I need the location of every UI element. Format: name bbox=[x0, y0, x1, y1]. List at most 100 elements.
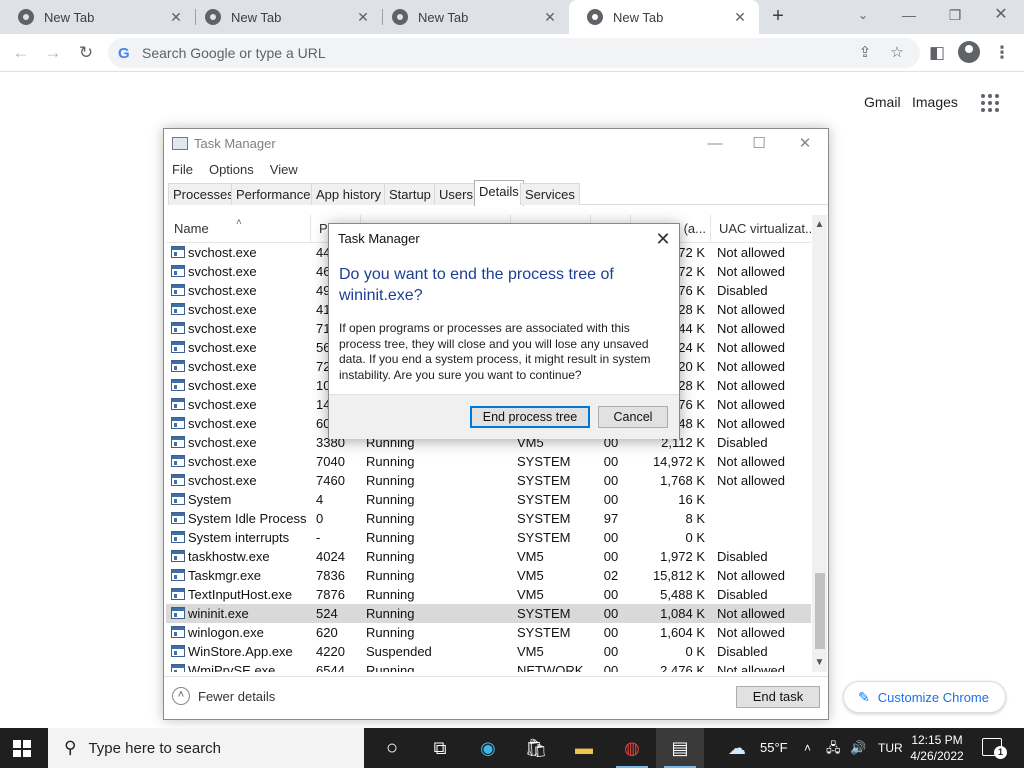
cortana-icon[interactable]: ○ bbox=[368, 728, 416, 768]
windows-start-icon[interactable] bbox=[13, 740, 31, 757]
language-indicator[interactable]: TUR bbox=[878, 728, 903, 768]
table-row[interactable]: svchost.exe 7460 Running SYSTEM 00 1,768 K Not… bbox=[166, 471, 811, 490]
menu-options[interactable]: Options bbox=[209, 159, 254, 181]
google-apps-icon[interactable] bbox=[981, 94, 999, 112]
menu-file[interactable]: File bbox=[172, 159, 193, 181]
table-row[interactable]: Taskmgr.exe 7836 Running VM5 02 15,812 K Not a… bbox=[166, 566, 811, 585]
cell-uac: Not allowed bbox=[717, 378, 785, 393]
column-header-uac[interactable]: UAC virtualizat... bbox=[711, 215, 811, 243]
tab-startup[interactable]: Startup bbox=[384, 183, 436, 205]
network-icon[interactable]: 🖧 bbox=[826, 728, 841, 768]
forward-icon[interactable]: → bbox=[40, 40, 66, 66]
browser-tab[interactable]: New Tab ✕ bbox=[0, 0, 195, 34]
menu-view[interactable]: View bbox=[270, 159, 298, 181]
chrome-icon[interactable]: ◍ bbox=[608, 728, 656, 768]
restore-icon[interactable]: ❐ bbox=[932, 0, 978, 32]
new-tab-button[interactable]: + bbox=[766, 5, 790, 29]
tab-processes[interactable]: Processes bbox=[168, 183, 239, 205]
close-window-icon[interactable]: ✕ bbox=[978, 0, 1024, 32]
menu-kebab-icon[interactable]: ⋮ bbox=[989, 40, 1015, 66]
cell-mem: 1,084 K bbox=[660, 606, 705, 621]
close-icon[interactable]: ✕ bbox=[167, 8, 185, 26]
task-manager-taskbar-icon[interactable]: ▤ bbox=[656, 728, 704, 768]
minimize-icon[interactable]: — bbox=[700, 133, 730, 155]
close-icon[interactable]: ✕ bbox=[651, 228, 675, 250]
fewer-details-button[interactable]: ˄ Fewer details bbox=[172, 687, 275, 705]
close-icon[interactable]: ✕ bbox=[354, 8, 372, 26]
cell-uac: Disabled bbox=[717, 549, 768, 564]
browser-tab[interactable]: New Tab ✕ bbox=[374, 0, 569, 34]
close-icon[interactable]: ✕ bbox=[541, 8, 559, 26]
task-manager-footer: ˄ Fewer details End task bbox=[164, 676, 828, 719]
table-row[interactable]: WmiPrvSE.exe 6544 Running NETWORK ... 00 2,47… bbox=[166, 661, 811, 672]
clock[interactable]: 12:15 PM 4/26/2022 bbox=[906, 732, 968, 764]
tab-details[interactable]: Details bbox=[474, 180, 524, 206]
side-panel-icon[interactable]: ◧ bbox=[924, 40, 950, 66]
close-icon[interactable]: ✕ bbox=[790, 133, 820, 155]
show-hidden-icons-icon[interactable]: ˄ bbox=[804, 728, 811, 768]
scroll-up-icon[interactable]: ▲ bbox=[812, 217, 827, 232]
tab-title: New Tab bbox=[418, 9, 469, 25]
reload-icon[interactable]: ↻ bbox=[73, 40, 99, 66]
cell-name: WinStore.App.exe bbox=[188, 644, 293, 659]
tab-performance[interactable]: Performance bbox=[231, 183, 316, 205]
table-row[interactable]: svchost.exe 7040 Running SYSTEM 00 14,972 K No… bbox=[166, 452, 811, 471]
clock-date: 4/26/2022 bbox=[910, 749, 964, 763]
end-process-tree-button[interactable]: End process tree bbox=[470, 406, 590, 428]
vertical-scrollbar[interactable]: ▲ ▼ bbox=[812, 215, 827, 672]
back-icon[interactable]: ← bbox=[8, 40, 34, 66]
address-bar[interactable]: G Search Google or type a URL ⇪ ☆ bbox=[108, 38, 920, 68]
table-row[interactable]: WinStore.App.exe 4220 Suspended VM5 00 0 K Dis… bbox=[166, 642, 811, 661]
table-row[interactable]: winlogon.exe 620 Running SYSTEM 00 1,604 K Not… bbox=[166, 623, 811, 642]
task-manager-titlebar[interactable]: Task Manager — ☐ ✕ bbox=[164, 129, 828, 159]
cell-status: Running bbox=[366, 606, 415, 621]
minimize-icon[interactable]: — bbox=[886, 0, 932, 32]
bookmark-star-icon[interactable]: ☆ bbox=[884, 38, 910, 68]
notification-count-badge: 1 bbox=[994, 746, 1007, 759]
share-icon[interactable]: ⇪ bbox=[852, 38, 878, 68]
table-row[interactable]: taskhostw.exe 4024 Running VM5 00 1,972 K Disa… bbox=[166, 547, 811, 566]
tab-app-history[interactable]: App history bbox=[311, 183, 387, 205]
profile-avatar-icon[interactable] bbox=[958, 41, 980, 63]
table-row[interactable]: System 4 Running SYSTEM 00 16 K bbox=[166, 490, 811, 509]
cancel-button[interactable]: Cancel bbox=[598, 406, 668, 428]
scroll-down-icon[interactable]: ▼ bbox=[812, 655, 827, 670]
file-explorer-icon[interactable]: ▬ bbox=[560, 728, 608, 768]
process-icon bbox=[171, 531, 185, 543]
cell-mem: 1,604 K bbox=[660, 625, 705, 640]
tab-search-icon[interactable]: ⌄ bbox=[840, 0, 886, 32]
scrollbar-thumb[interactable] bbox=[815, 573, 825, 649]
cell-uac: Disabled bbox=[717, 435, 768, 450]
tab-services[interactable]: Services bbox=[520, 183, 580, 205]
google-icon: G bbox=[118, 44, 130, 62]
close-icon[interactable]: ✕ bbox=[731, 8, 749, 26]
weather-icon[interactable]: ☁ bbox=[728, 728, 746, 768]
edge-icon[interactable]: ◉ bbox=[464, 728, 512, 768]
cell-name: svchost.exe bbox=[188, 340, 257, 355]
end-task-button[interactable]: End task bbox=[736, 686, 820, 708]
customize-chrome-button[interactable]: ✎ Customize Chrome bbox=[843, 681, 1006, 713]
images-link[interactable]: Images bbox=[912, 94, 958, 110]
store-icon[interactable]: 🛍 bbox=[512, 728, 560, 768]
browser-tab-active[interactable]: New Tab ✕ bbox=[569, 0, 759, 34]
maximize-icon[interactable]: ☐ bbox=[744, 133, 774, 155]
tab-users[interactable]: Users bbox=[434, 183, 478, 205]
volume-icon[interactable]: 🔊 bbox=[850, 728, 866, 768]
task-view-icon[interactable]: ⧉ bbox=[416, 728, 464, 768]
pencil-icon: ✎ bbox=[858, 688, 870, 705]
cell-mem: 1,768 K bbox=[660, 473, 705, 488]
browser-tab[interactable]: New Tab ✕ bbox=[187, 0, 382, 34]
process-icon bbox=[171, 493, 185, 505]
table-row[interactable]: System Idle Process 0 Running SYSTEM 97 8 K bbox=[166, 509, 811, 528]
clock-time: 12:15 PM bbox=[911, 733, 963, 747]
table-row[interactable]: wininit.exe 524 Running SYSTEM 00 1,084 K Not … bbox=[166, 604, 811, 623]
gmail-link[interactable]: Gmail bbox=[864, 94, 901, 110]
process-icon bbox=[171, 645, 185, 657]
table-row[interactable]: TextInputHost.exe 7876 Running VM5 00 5,488 K… bbox=[166, 585, 811, 604]
cell-user: SYSTEM bbox=[517, 492, 571, 507]
table-row[interactable]: System interrupts - Running SYSTEM 00 0 K bbox=[166, 528, 811, 547]
column-header-name[interactable]: Name ˄ bbox=[166, 215, 311, 243]
taskbar-search-box[interactable]: ⚲ Type here to search bbox=[48, 728, 364, 768]
customize-chrome-label: Customize Chrome bbox=[877, 689, 989, 705]
weather-temperature[interactable]: 55°F bbox=[760, 728, 788, 768]
